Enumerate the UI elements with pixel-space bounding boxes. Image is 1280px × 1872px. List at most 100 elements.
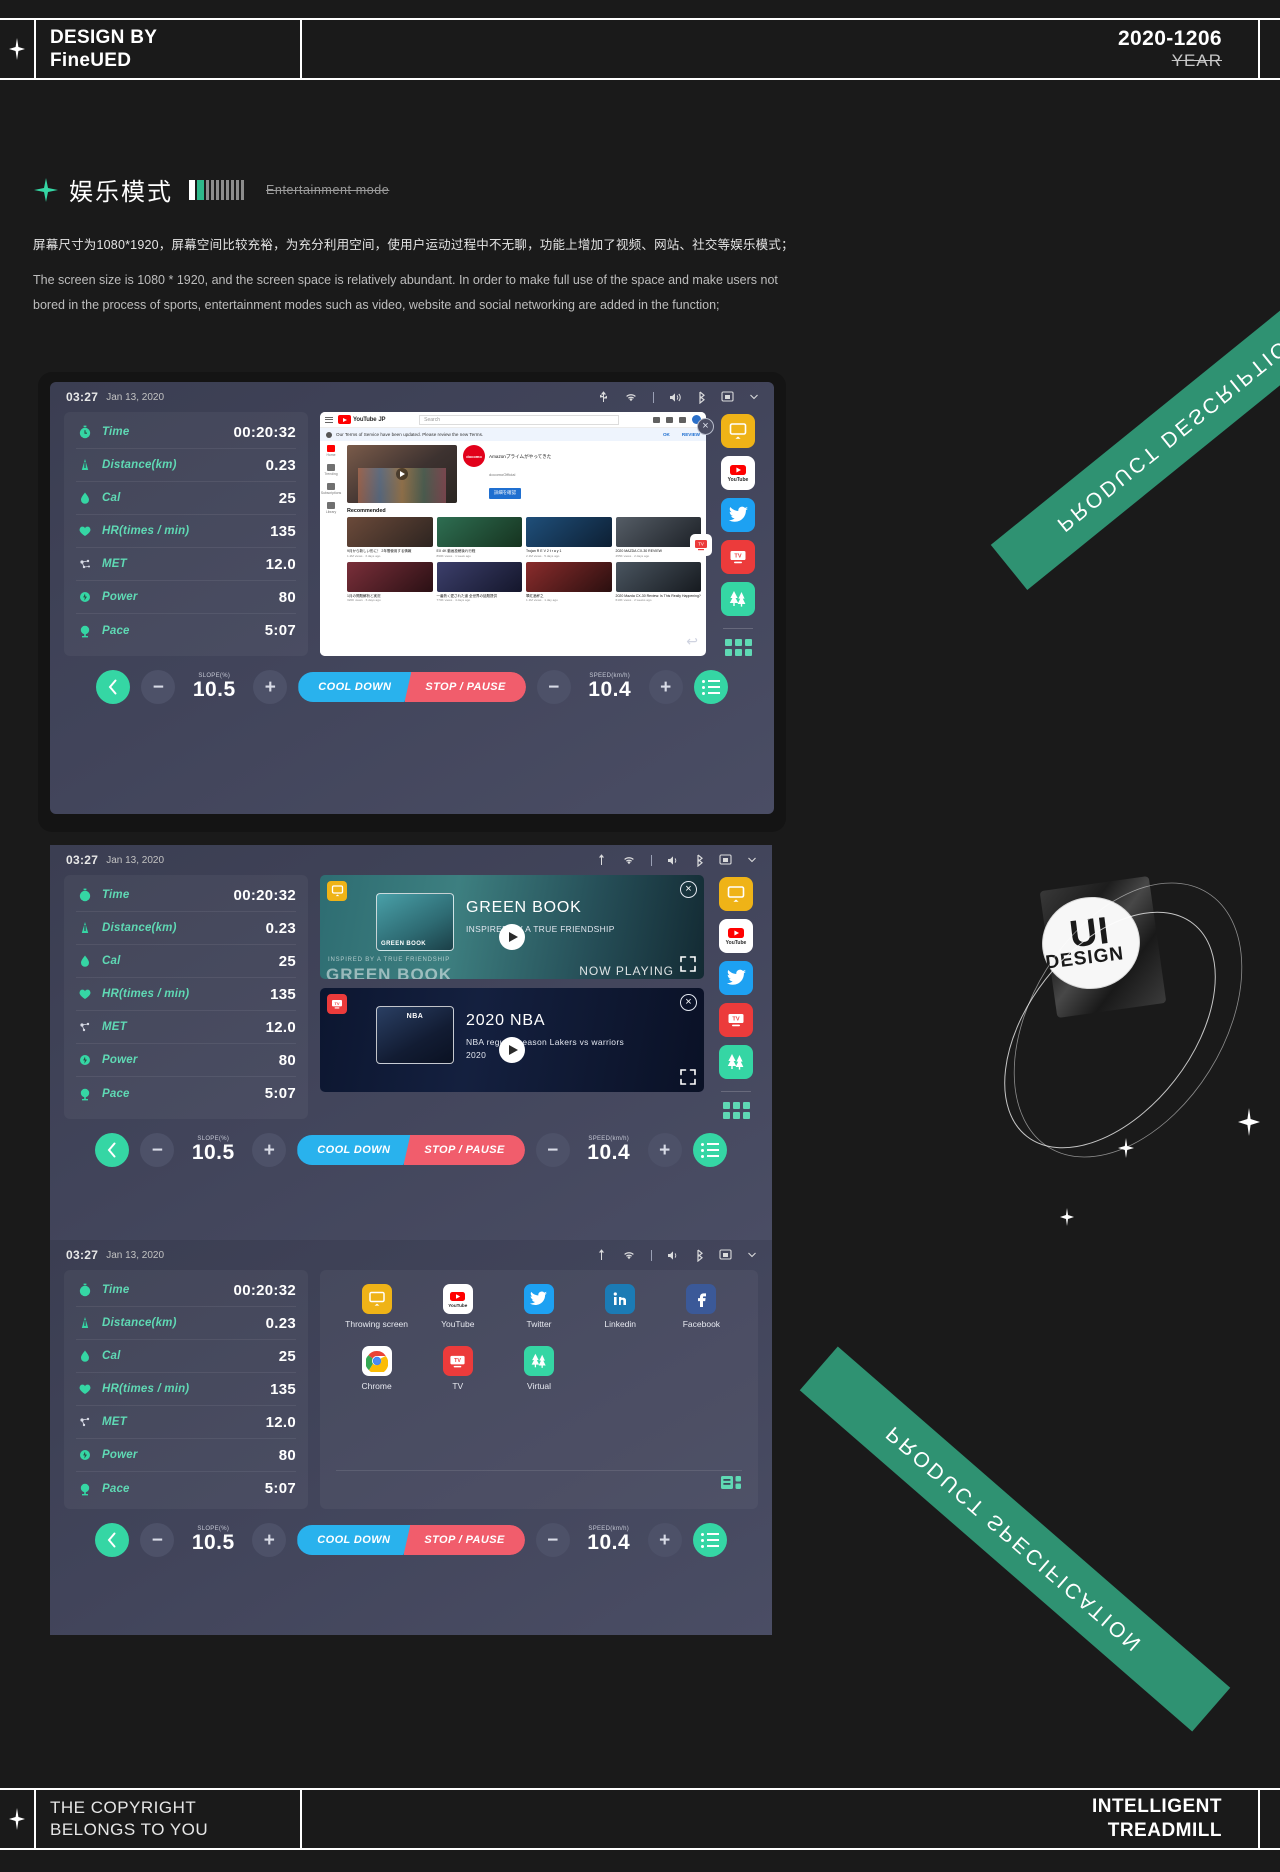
video-card-nba[interactable]: TV NBA 2020 NBA NBA regular season Laker… (320, 988, 704, 1092)
list-item[interactable]: 2020 Mazda CX-30 Review: Is This Really … (615, 561, 701, 602)
list-item[interactable]: 一番熱く愛された道 全世界の話題提供 770K views · 4 days ag… (436, 561, 522, 602)
close-icon[interactable]: × (680, 994, 697, 1011)
poster-thumbnail[interactable]: GREEN BOOK (376, 893, 454, 951)
featured-thumbnail[interactable] (347, 445, 457, 503)
tv-icon[interactable]: TV (327, 994, 347, 1014)
app-item-virtual[interactable]: Virtual (498, 1346, 579, 1392)
wifi-icon[interactable] (622, 855, 636, 866)
apps-grid-icon[interactable] (665, 416, 673, 423)
throwing-screen-icon[interactable] (719, 877, 753, 911)
list-item[interactable]: 1月の問題解析と実況 320K views · 6 days ago (347, 561, 433, 602)
volume-icon[interactable] (669, 392, 682, 403)
terms-review-button[interactable]: REVIEW (682, 432, 700, 437)
sidebar-item-trending[interactable]: Trending (324, 464, 338, 476)
back-button[interactable] (95, 1523, 130, 1557)
cool-down-button[interactable]: COOL DOWN (297, 1135, 411, 1165)
undo-icon[interactable]: ↩ (686, 633, 698, 650)
search-input[interactable]: Search (419, 414, 620, 425)
throwing-screen-icon[interactable] (721, 414, 755, 448)
close-icon[interactable]: × (697, 418, 714, 435)
virtual-icon[interactable] (721, 582, 755, 616)
fullscreen-icon[interactable] (680, 956, 696, 972)
list-item[interactable]: EX 4K 動画投稿後れ行程 890K views · 1 week ago (436, 517, 522, 558)
speed-increase-button[interactable]: + (647, 1523, 682, 1557)
bluetooth-icon[interactable] (695, 1249, 704, 1262)
slope-decrease-button[interactable]: − (141, 670, 176, 704)
youtube-icon[interactable]: YouTube (721, 456, 755, 490)
usb-icon[interactable] (596, 853, 607, 867)
poster-thumbnail[interactable]: NBA (376, 1006, 454, 1064)
slope-increase-button[interactable]: + (252, 1523, 287, 1557)
app-item-tv[interactable]: TV TV (417, 1346, 498, 1392)
tv-icon[interactable]: TV (719, 1003, 753, 1037)
close-icon[interactable]: × (680, 881, 697, 898)
layout-view-icon[interactable] (720, 1474, 742, 1497)
wifi-icon[interactable] (622, 1250, 636, 1261)
stop-pause-button[interactable]: STOP / PAUSE (405, 672, 526, 702)
channel-avatar[interactable]: docomo (463, 445, 485, 467)
speed-decrease-button[interactable]: − (535, 1523, 570, 1557)
fullscreen-icon[interactable] (680, 1069, 696, 1085)
bell-icon[interactable] (678, 416, 686, 423)
slope-decrease-button[interactable]: − (140, 1523, 175, 1557)
list-menu-icon[interactable] (693, 670, 728, 704)
chevron-down-icon[interactable] (748, 1252, 756, 1258)
app-item-facebook[interactable]: Facebook (661, 1284, 742, 1330)
youtube-icon[interactable]: YouTube JP (338, 415, 386, 424)
stop-pause-button[interactable]: STOP / PAUSE (404, 1135, 525, 1165)
virtual-icon[interactable] (719, 1045, 753, 1079)
grid-apps-icon[interactable] (722, 1102, 750, 1119)
grid-apps-icon[interactable] (724, 639, 752, 656)
play-icon[interactable] (499, 1037, 525, 1064)
cast-icon[interactable] (719, 854, 733, 866)
twitter-icon[interactable] (721, 498, 755, 532)
tv-icon[interactable]: TV (690, 534, 712, 556)
video-card-green-book[interactable]: GREEN BOOK GREEN BOOK INSPIRED BY A TRUE… (320, 875, 704, 979)
cool-down-button[interactable]: COOL DOWN (298, 672, 412, 702)
speed-decrease-button[interactable]: − (536, 670, 571, 704)
speed-increase-button[interactable]: + (647, 1133, 682, 1167)
video-upload-icon[interactable] (652, 416, 660, 423)
sidebar-item-home[interactable]: Home (326, 445, 336, 457)
featured-video[interactable]: docomo Amazonプライムがやってきた docomoOfficial 詳… (347, 445, 701, 503)
stop-pause-button[interactable]: STOP / PAUSE (404, 1525, 525, 1555)
sidebar-item-subscriptions[interactable]: Subscriptions (321, 483, 341, 495)
app-item-chrome[interactable]: Chrome (336, 1346, 417, 1392)
list-item[interactable]: 翠红酒杯之 1.1M views · 1 day ago (526, 561, 612, 602)
speed-decrease-button[interactable]: − (535, 1133, 570, 1167)
cast-icon[interactable] (721, 391, 735, 403)
speed-increase-button[interactable]: + (648, 670, 683, 704)
bluetooth-icon[interactable] (697, 391, 706, 404)
back-button[interactable] (96, 670, 131, 704)
slope-increase-button[interactable]: + (253, 670, 288, 704)
slope-increase-button[interactable]: + (252, 1133, 287, 1167)
cool-down-button[interactable]: COOL DOWN (297, 1525, 411, 1555)
list-menu-icon[interactable] (692, 1523, 727, 1557)
app-item-throwing-screen[interactable]: Throwing screen (336, 1284, 417, 1330)
app-item-youtube[interactable]: YouTube YouTube (417, 1284, 498, 1330)
wifi-icon[interactable] (624, 392, 638, 403)
throwing-screen-icon[interactable] (327, 881, 347, 901)
list-item[interactable]: Trojan R E V 2 t r a y 1 2.1M views · 5 d… (526, 517, 612, 558)
chevron-down-icon[interactable] (748, 857, 756, 863)
hamburger-icon[interactable] (325, 416, 333, 423)
list-menu-icon[interactable] (692, 1133, 727, 1167)
tv-icon[interactable]: TV (721, 540, 755, 574)
list-item[interactable]: 9月から新しい形に！ 2年間使用する情報 1.2M views · 3 days … (347, 517, 433, 558)
bluetooth-icon[interactable] (695, 854, 704, 867)
sidebar-item-library[interactable]: Library (326, 502, 336, 514)
volume-icon[interactable] (667, 855, 680, 866)
cast-icon[interactable] (719, 1249, 733, 1261)
terms-ok-button[interactable]: OK (663, 432, 670, 437)
usb-icon[interactable] (598, 390, 609, 404)
youtube-icon[interactable]: YouTube (719, 919, 753, 953)
volume-icon[interactable] (667, 1250, 680, 1261)
app-item-linkedin[interactable]: Linkedin (580, 1284, 661, 1330)
chevron-down-icon[interactable] (750, 394, 758, 400)
featured-cta-button[interactable]: 詳細を確認 (489, 487, 521, 499)
usb-icon[interactable] (596, 1248, 607, 1262)
play-icon[interactable] (499, 924, 525, 951)
back-button[interactable] (95, 1133, 130, 1167)
youtube-browser-window[interactable]: YouTube JP Search Our Terms of Service h… (320, 412, 706, 656)
slope-decrease-button[interactable]: − (140, 1133, 175, 1167)
